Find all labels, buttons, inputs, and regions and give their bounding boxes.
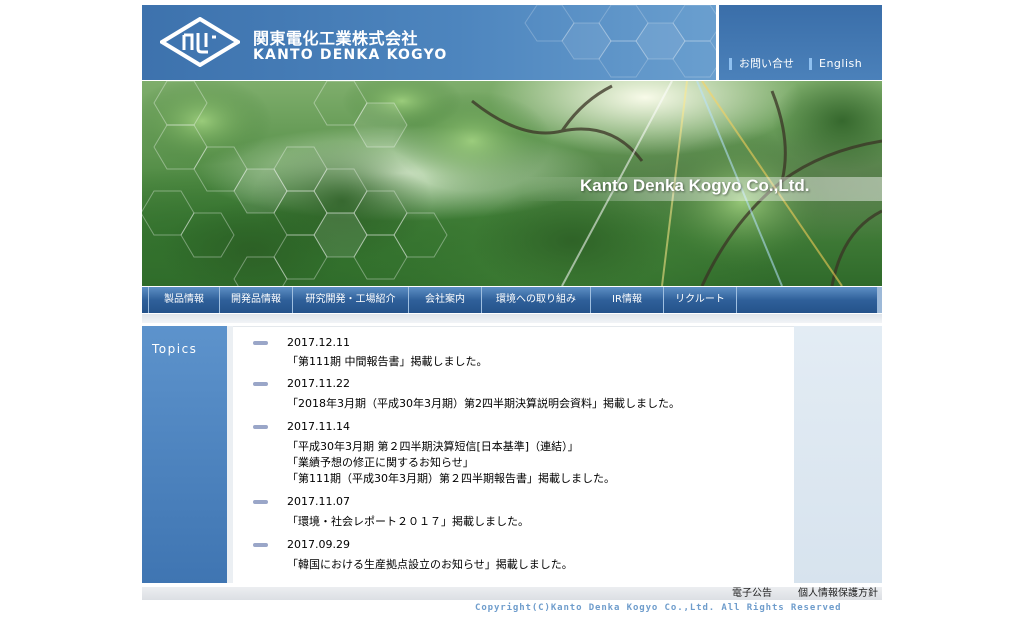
news-date: 2017.11.14 bbox=[287, 420, 350, 433]
news-link[interactable]: 「業績予想の修正に関するお知らせ」 bbox=[287, 454, 474, 470]
nav-item-environment[interactable]: 環境への取り組み bbox=[482, 287, 591, 313]
news-link[interactable]: 「第111期 中間報告書」掲載しました。 bbox=[287, 353, 488, 369]
english-link[interactable]: English bbox=[809, 58, 862, 70]
news-date: 2017.11.07 bbox=[287, 495, 350, 508]
nav-item-ir[interactable]: IR情報 bbox=[591, 287, 664, 313]
bullet-icon bbox=[253, 382, 268, 386]
nav-item-recruit[interactable]: リクルート bbox=[664, 287, 737, 313]
divider-strip bbox=[142, 314, 882, 323]
news-link[interactable]: 「第111期（平成30年3月期）第２四半期報告書」掲載しました。 bbox=[287, 470, 615, 486]
bullet-icon bbox=[253, 425, 268, 429]
public-notice-link[interactable]: 電子公告 bbox=[732, 587, 772, 600]
header: 関東電化工業株式会社 KANTO DENKA KOGYO お問い合せ Engli… bbox=[142, 5, 882, 80]
topics-heading: Topics bbox=[152, 342, 198, 356]
company-name-jp: 関東電化工業株式会社 bbox=[253, 29, 419, 48]
news-date: 2017.11.22 bbox=[287, 377, 350, 390]
footer-bar: 電子公告 個人情報保護方針 bbox=[142, 587, 882, 600]
kanto-denka-logo-icon bbox=[160, 17, 240, 67]
news-link[interactable]: 「環境・社会レポート２０１７」掲載しました。 bbox=[287, 513, 529, 529]
copyright-text: Copyright(C)Kanto Denka Kogyo Co.,Ltd. A… bbox=[475, 603, 842, 613]
nav-item-products[interactable]: 製品情報 bbox=[148, 287, 220, 313]
privacy-policy-link[interactable]: 個人情報保護方針 bbox=[798, 587, 878, 600]
topics-right-panel bbox=[794, 326, 882, 583]
global-nav: 製品情報 開発品情報 研究開発・工場紹介 会社案内 環境への取り組み IR情報 … bbox=[142, 287, 882, 313]
bullet-icon bbox=[253, 543, 268, 547]
news-date: 2017.12.11 bbox=[287, 336, 350, 349]
nav-end-cap bbox=[877, 287, 882, 313]
topics-sidebar: Topics bbox=[142, 326, 227, 583]
logo-band[interactable]: 関東電化工業株式会社 KANTO DENKA KOGYO bbox=[142, 5, 716, 80]
nav-item-research[interactable]: 研究開発・工場紹介 bbox=[293, 287, 409, 313]
hero-image: Kanto Denka Kogyo Co.,Ltd. bbox=[142, 81, 882, 286]
nav-item-company[interactable]: 会社案内 bbox=[409, 287, 482, 313]
news-date: 2017.09.29 bbox=[287, 538, 350, 551]
page-frame: 関東電化工業株式会社 KANTO DENKA KOGYO お問い合せ Engli… bbox=[142, 5, 882, 620]
utility-band: お問い合せ English bbox=[719, 5, 882, 80]
bullet-icon bbox=[253, 341, 268, 345]
bullet-icon bbox=[253, 500, 268, 504]
contact-link[interactable]: お問い合せ bbox=[729, 58, 794, 70]
topics-list: 2017.12.11 「第111期 中間報告書」掲載しました。 2017.11.… bbox=[233, 326, 794, 584]
nav-item-development[interactable]: 開発品情報 bbox=[220, 287, 293, 313]
company-name-en: KANTO DENKA KOGYO bbox=[253, 47, 448, 63]
hero-title: Kanto Denka Kogyo Co.,Ltd. bbox=[580, 176, 810, 195]
news-link[interactable]: 「韓国における生産拠点設立のお知らせ」掲載しました。 bbox=[287, 556, 573, 572]
news-link[interactable]: 「平成30年3月期 第２四半期決算短信[日本基準]（連結）」 bbox=[287, 438, 579, 454]
news-link[interactable]: 「2018年3月期（平成30年3月期）第2四半期決算説明会資料」掲載しました。 bbox=[287, 395, 680, 411]
